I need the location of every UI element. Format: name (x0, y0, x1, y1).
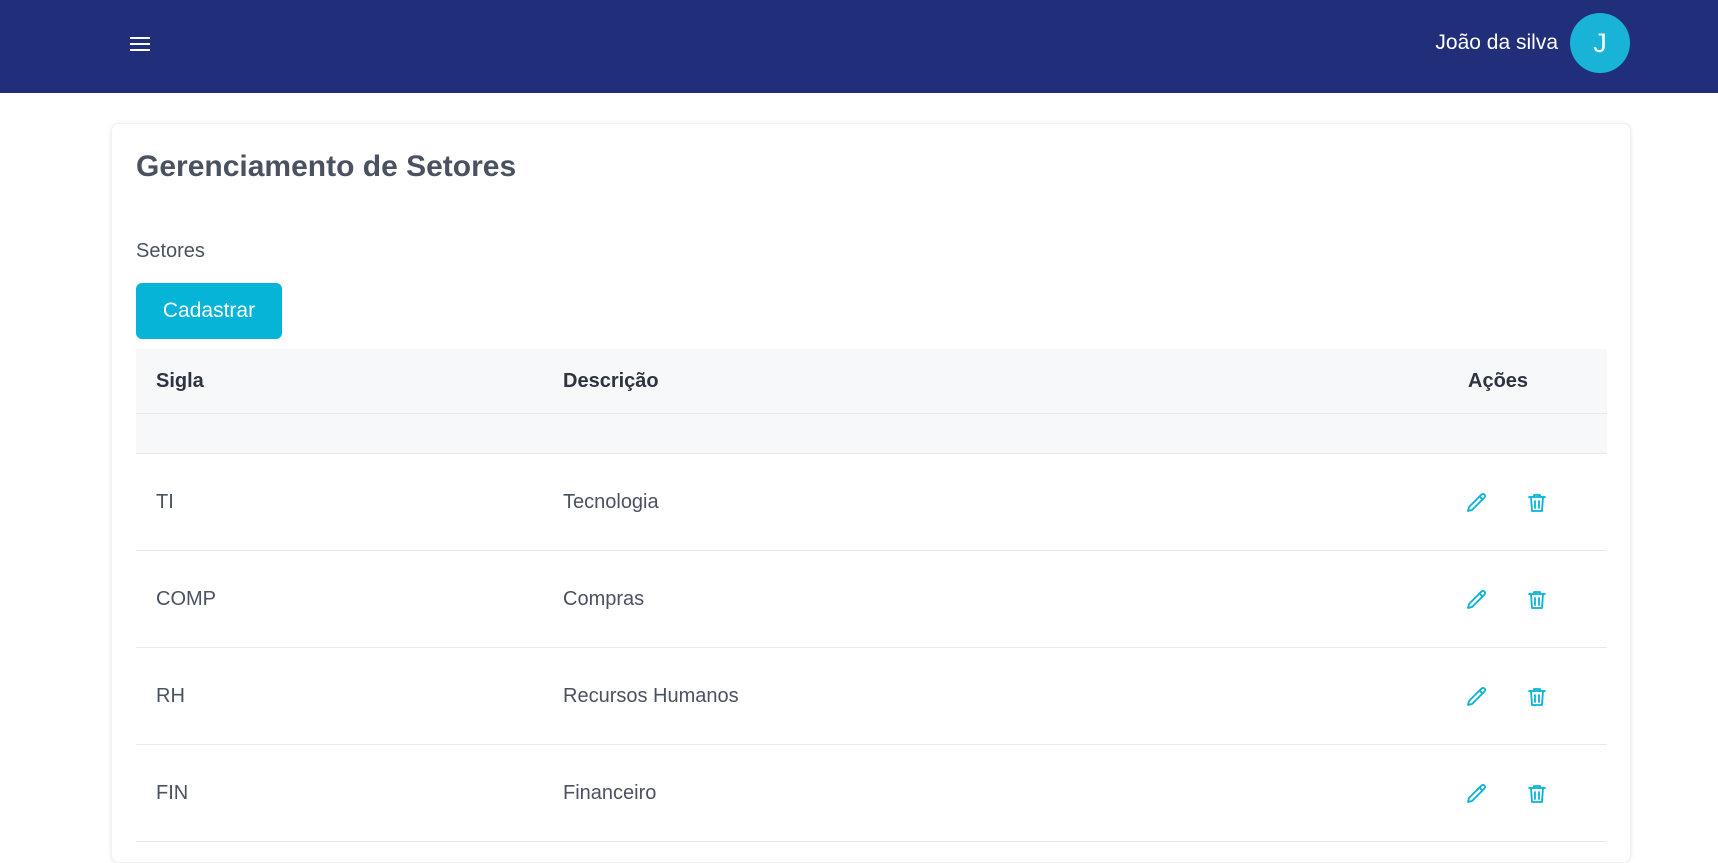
cell-descricao: Recursos Humanos (563, 685, 739, 707)
row-actions (1462, 551, 1552, 648)
pencil-icon[interactable] (1462, 779, 1492, 809)
table-row: TI Tecnologia (136, 454, 1607, 551)
cell-sigla: COMP (156, 588, 216, 610)
cell-sigla: FIN (156, 782, 189, 804)
content-card: Gerenciamento de Setores Setores Cadastr… (111, 123, 1631, 863)
table-row: COMP Compras (136, 551, 1607, 648)
row-actions (1462, 745, 1552, 842)
cell-sigla: TI (156, 491, 174, 513)
column-header-sigla: Sigla (156, 370, 204, 392)
trash-icon[interactable] (1522, 585, 1552, 615)
avatar[interactable]: J (1570, 13, 1630, 73)
filter-row (136, 414, 1607, 454)
cell-descricao: Financeiro (563, 782, 657, 804)
row-actions (1462, 454, 1552, 551)
table-header: Sigla Descrição Ações (136, 349, 1607, 414)
cell-sigla: RH (156, 685, 185, 707)
user-menu[interactable]: João da silva J (1435, 13, 1630, 73)
trash-icon[interactable] (1522, 779, 1552, 809)
menu-icon[interactable] (124, 28, 156, 60)
sectors-table: Sigla Descrição Ações TI Tecnologia COMP… (136, 349, 1607, 842)
page-title: Gerenciamento de Setores (136, 150, 517, 183)
trash-icon[interactable] (1522, 488, 1552, 518)
cell-descricao: Compras (563, 588, 645, 610)
top-navbar: João da silva J (0, 0, 1718, 93)
cell-descricao: Tecnologia (563, 491, 659, 513)
pencil-icon[interactable] (1462, 585, 1492, 615)
column-header-acoes: Ações (1468, 370, 1529, 392)
trash-icon[interactable] (1522, 682, 1552, 712)
row-actions (1462, 648, 1552, 745)
pencil-icon[interactable] (1462, 488, 1492, 518)
table-row: RH Recursos Humanos (136, 648, 1607, 745)
user-name: João da silva (1435, 31, 1558, 54)
section-label: Setores (136, 240, 205, 262)
table-row: FIN Financeiro (136, 745, 1607, 842)
column-header-descricao: Descrição (563, 370, 659, 392)
pencil-icon[interactable] (1462, 682, 1492, 712)
register-button[interactable]: Cadastrar (136, 283, 282, 339)
